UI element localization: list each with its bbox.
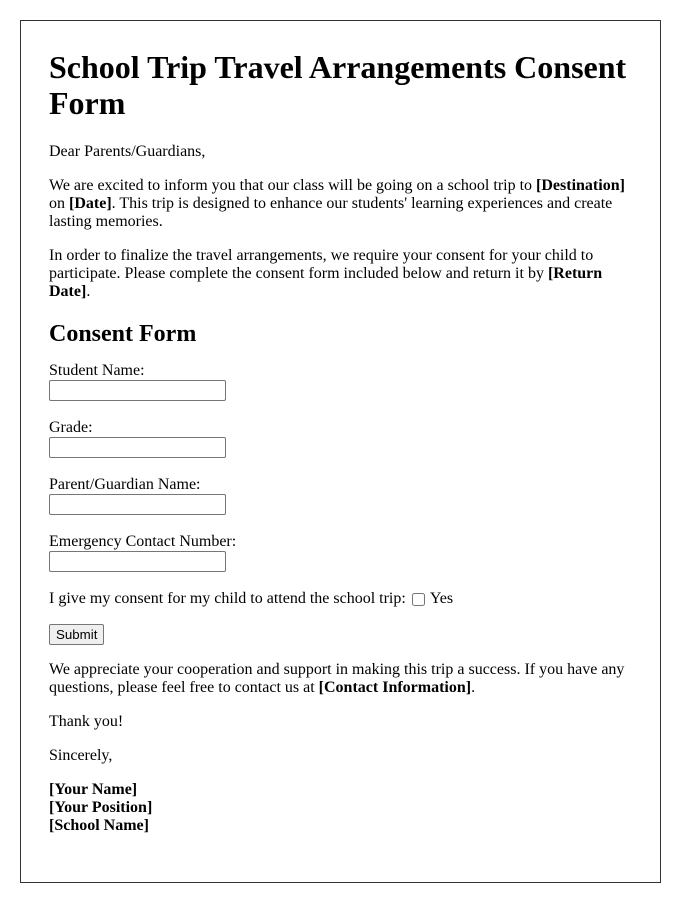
student-name-field: Student Name: (49, 362, 632, 401)
consent-label: I give my consent for my child to attend… (49, 590, 406, 607)
form-heading: Consent Form (49, 321, 197, 347)
contact-placeholder: [Contact Information] (318, 679, 472, 696)
date-placeholder: [Date] (69, 195, 112, 212)
parent-name-input[interactable] (49, 494, 226, 515)
request-paragraph: In order to finalize the travel arrangem… (49, 247, 632, 301)
request-text: . (86, 283, 91, 300)
submit-button[interactable]: Submit (49, 624, 105, 645)
consent-option-label: Yes (429, 590, 454, 607)
student-name-label: Student Name: (49, 362, 145, 379)
signature-name: [Your Name] (49, 781, 138, 798)
signature-school: [School Name] (49, 817, 149, 834)
consent-checkbox[interactable] (411, 592, 425, 606)
request-text: In order to finalize the travel arrangem… (49, 247, 594, 282)
intro-text: We are excited to inform you that our cl… (49, 177, 537, 194)
emergency-contact-field: Emergency Contact Number: (49, 533, 632, 572)
parent-name-field: Parent/Guardian Name: (49, 476, 632, 515)
signature-block: [Your Name] [Your Position] [School Name… (49, 781, 632, 835)
consent-row: I give my consent for my child to attend… (49, 590, 632, 608)
intro-text: . This trip is designed to enhance our s… (49, 195, 613, 230)
signature-position: [Your Position] (49, 799, 153, 816)
emergency-contact-input[interactable] (49, 551, 226, 572)
intro-paragraph: We are excited to inform you that our cl… (49, 177, 632, 231)
grade-field: Grade: (49, 419, 632, 458)
greeting: Dear Parents/Guardians, (49, 143, 206, 160)
letter-container: School Trip Travel Arrangements Consent … (20, 20, 661, 883)
grade-label: Grade: (49, 419, 93, 436)
destination-placeholder: [Destination] (536, 177, 625, 194)
emergency-contact-label: Emergency Contact Number: (49, 533, 237, 550)
signoff-text: Sincerely, (49, 747, 113, 764)
page-title: School Trip Travel Arrangements Consent … (49, 49, 627, 121)
grade-input[interactable] (49, 437, 226, 458)
consent-form: Student Name: Grade: Parent/Guardian Nam… (49, 362, 632, 661)
closing-text: . (471, 679, 476, 696)
thanks-text: Thank you! (49, 713, 124, 730)
intro-text: on (49, 195, 69, 212)
student-name-input[interactable] (49, 380, 226, 401)
closing-paragraph: We appreciate your cooperation and suppo… (49, 661, 632, 697)
parent-name-label: Parent/Guardian Name: (49, 476, 201, 493)
